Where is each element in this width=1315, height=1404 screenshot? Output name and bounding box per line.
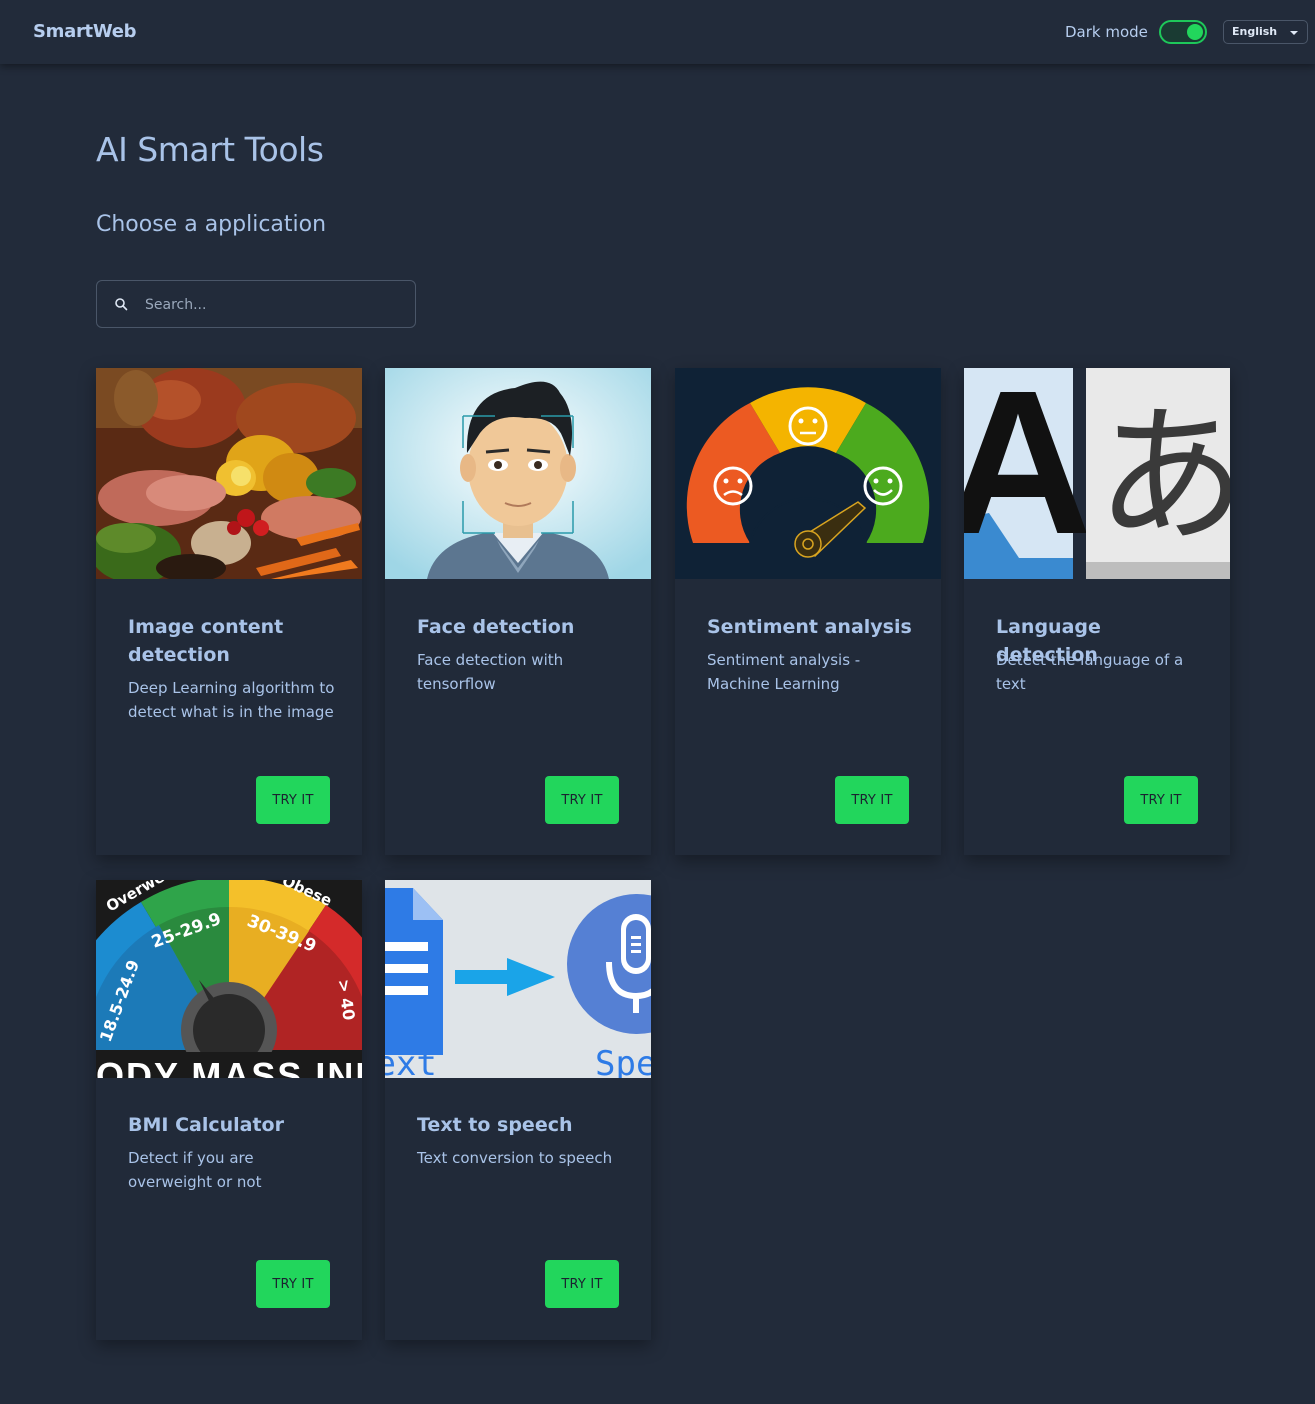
card-description: Text conversion to speech (417, 1149, 613, 1167)
search-icon (115, 298, 128, 311)
dark-mode-toggle[interactable] (1159, 20, 1207, 44)
card-title: BMI Calculator (128, 1114, 284, 1136)
card-description: Sentiment analysis - Machine Learning (707, 651, 861, 693)
card-text-to-speech: Text Speech Text to speech Text conversi… (385, 880, 651, 1340)
card-title: Image content detection (128, 616, 284, 666)
sentiment-gauge-image (675, 368, 941, 579)
page-subtitle: Choose a application (96, 212, 327, 237)
chevron-down-icon (1290, 31, 1298, 35)
card-language-detection: A あ Language detection Detect the langua… (964, 368, 1230, 855)
tts-speech-word: Speech (595, 1044, 651, 1078)
japanese-a-glyph: あ (1096, 390, 1230, 564)
language-select[interactable]: English (1223, 20, 1308, 44)
food-image (96, 368, 362, 579)
tts-text-word: Text (385, 1044, 437, 1078)
card-description: Deep Learning algorithm to detect what i… (128, 679, 335, 721)
card-description: Detect the language of a text (996, 651, 1184, 693)
bmi-banner: BODY MASS INDEX (96, 1055, 362, 1078)
search-box (96, 280, 416, 328)
try-it-button[interactable]: TRY IT (545, 776, 619, 824)
card-title: Sentiment analysis (707, 616, 912, 638)
dark-mode-label: Dark mode (1065, 23, 1148, 41)
card-title: Text to speech (417, 1114, 573, 1136)
latin-a-glyph: A (964, 368, 1092, 577)
try-it-button[interactable]: TRY IT (545, 1260, 619, 1308)
card-image-content-detection: Image content detection Deep Learning al… (96, 368, 362, 855)
card-bmi-calculator: Overweight Obese 18.5-24.9 25-29.9 30-39… (96, 880, 362, 1340)
card-title: Face detection (417, 616, 575, 638)
card-description: Face detection with tensorflow (417, 651, 564, 693)
card-sentiment-analysis: Sentiment analysis Sentiment analysis - … (675, 368, 941, 855)
bmi-gauge-image: Overweight Obese 18.5-24.9 25-29.9 30-39… (96, 880, 362, 1078)
card-description: Detect if you are overweight or not (128, 1149, 262, 1191)
face-image (385, 368, 651, 579)
search-input[interactable] (145, 293, 400, 317)
try-it-button[interactable]: TRY IT (1124, 776, 1198, 824)
card-face-detection: Face detection Face detection with tenso… (385, 368, 651, 855)
try-it-button[interactable]: TRY IT (256, 1260, 330, 1308)
language-image: A あ (964, 368, 1230, 579)
text-to-speech-image: Text Speech (385, 880, 651, 1078)
try-it-button[interactable]: TRY IT (835, 776, 909, 824)
brand-logo[interactable]: SmartWeb (33, 21, 137, 42)
page-title: AI Smart Tools (96, 130, 324, 169)
try-it-button[interactable]: TRY IT (256, 776, 330, 824)
top-navbar: SmartWeb Dark mode English (0, 0, 1315, 64)
toggle-knob (1187, 24, 1203, 40)
language-select-value: English (1232, 25, 1278, 38)
